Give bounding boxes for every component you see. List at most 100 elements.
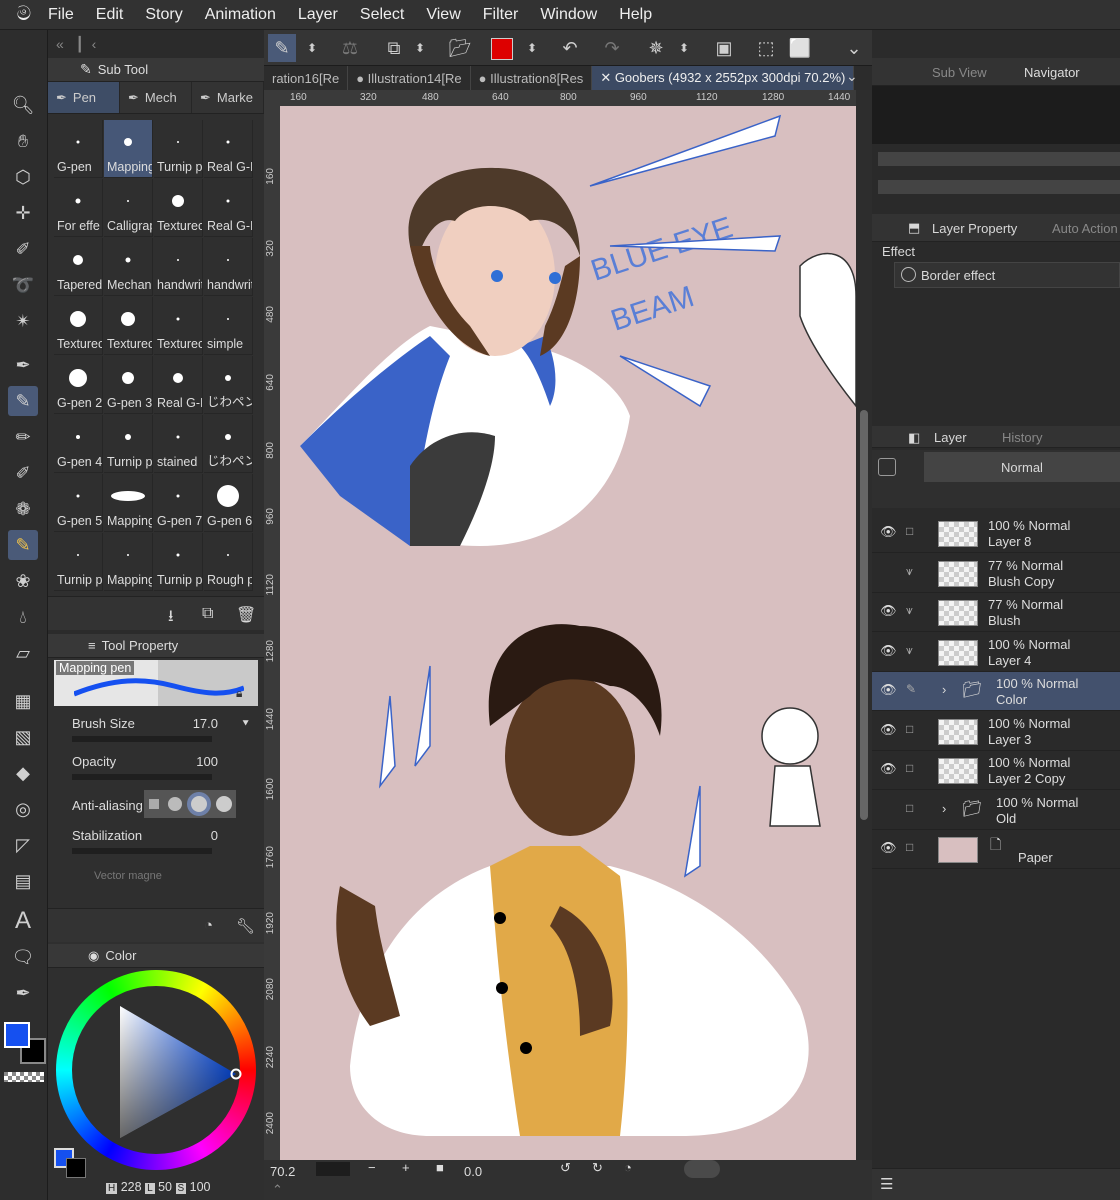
clip-icon[interactable]: ⩛ — [906, 603, 913, 618]
sub-color-chip[interactable] — [66, 1158, 86, 1178]
layer-row[interactable]: 👁︎ ⩛ 77 % Normal Blush — [872, 593, 1120, 632]
brush-icon[interactable]: ✐ — [8, 458, 38, 488]
eye-icon[interactable]: 👁︎ — [880, 643, 898, 659]
object-icon[interactable]: ⬡ — [8, 162, 38, 192]
eye-icon[interactable]: 👁︎ — [880, 682, 898, 698]
zoom-in-icon[interactable]: + — [402, 1160, 410, 1175]
brush-item[interactable]: Texturec — [154, 297, 203, 355]
updown-icon-4[interactable]: ⬍ — [670, 34, 698, 62]
brush-item[interactable]: G-pen 3 — [104, 356, 153, 414]
edit-icon[interactable]: ✎ — [906, 682, 916, 696]
brush-item[interactable]: Mechani — [104, 238, 153, 296]
navigator-rotate-slider[interactable] — [878, 180, 1120, 194]
crop-icon[interactable]: ⬚ — [752, 34, 780, 62]
clip-icon[interactable]: ⩛ — [906, 564, 913, 579]
brush-item[interactable]: Mapping — [104, 533, 153, 591]
brush-item[interactable]: handwrit — [204, 238, 253, 296]
text-icon[interactable]: A — [8, 906, 38, 936]
brush-item[interactable]: simple — [204, 297, 253, 355]
menu-file[interactable]: File — [48, 6, 74, 24]
brush-item[interactable]: stained — [154, 415, 203, 473]
main-color-swatch[interactable] — [4, 1022, 30, 1048]
tab-layer[interactable]: Layer — [934, 430, 967, 445]
zoom-icon[interactable]: 🔍︎ — [8, 90, 38, 120]
brush-item[interactable]: Turnip p — [104, 415, 153, 473]
tab-auto-action[interactable]: Auto Action — [1052, 221, 1118, 236]
blend-icon[interactable]: ❀ — [8, 566, 38, 596]
tabs-chevron-icon[interactable]: ⌄ — [846, 68, 858, 85]
undo-icon[interactable]: ↶ — [556, 34, 584, 62]
tab-document-3[interactable]: ● Illustration8[Res — [471, 66, 593, 90]
airbrush-icon[interactable]: ❁ — [8, 494, 38, 524]
anti-aliasing-selector[interactable] — [144, 790, 236, 818]
redo-icon[interactable]: ↷ — [598, 34, 626, 62]
brush-item[interactable]: handwrit — [154, 238, 203, 296]
brush-item[interactable]: Turnip p — [54, 533, 103, 591]
brush-item[interactable]: Mapping — [104, 120, 153, 178]
tool-reset-icon[interactable]: ◔ — [204, 917, 213, 934]
lock-box-icon[interactable]: □ — [906, 722, 913, 736]
menu-help[interactable]: Help — [619, 6, 652, 24]
new-layer-icon[interactable]: ⧉ — [380, 34, 408, 62]
transparent-color-swatch[interactable] — [4, 1072, 44, 1082]
brush-item[interactable]: G-pen 7 — [154, 474, 203, 532]
fit-icon[interactable]: ■ — [436, 1160, 444, 1175]
saturation-triangle[interactable] — [56, 970, 256, 1170]
chevron-down-icon[interactable]: ⌄ — [840, 34, 868, 62]
ruler-icon[interactable]: ◸ — [8, 830, 38, 860]
fill-bucket-icon[interactable]: ◆ — [8, 758, 38, 788]
updown-icon[interactable]: ⬍ — [298, 34, 326, 62]
lock-box-icon[interactable]: □ — [906, 840, 913, 854]
stabilization-value[interactable]: 0 — [211, 828, 218, 843]
brush-item[interactable]: For effe — [54, 179, 103, 237]
brush-item[interactable]: G-pen — [54, 120, 103, 178]
folder-expand-icon[interactable]: › — [942, 801, 946, 816]
lock-icon[interactable]: 🔒︎ — [236, 686, 242, 701]
navigator-preview[interactable] — [872, 86, 1120, 144]
border-effect-button[interactable]: Border effect — [894, 262, 1120, 288]
hand-icon[interactable]: ✋︎ — [8, 126, 38, 156]
layer-row[interactable]: ⩛ 77 % Normal Blush Copy — [872, 554, 1120, 593]
figure-icon[interactable]: ◎ — [8, 794, 38, 824]
lock-box-icon[interactable]: □ — [906, 524, 913, 538]
tab-document-2[interactable]: ● Illustration14[Re — [348, 66, 471, 90]
menu-view[interactable]: View — [426, 6, 460, 24]
brush-item[interactable]: Tapered — [54, 238, 103, 296]
brush-item[interactable]: Turnip p — [154, 533, 203, 591]
layer-row[interactable]: 👁︎ □ 🗋︎ Paper — [872, 830, 1120, 869]
navigator-zoom-slider[interactable] — [878, 152, 1120, 166]
brush-size-slider[interactable] — [72, 736, 212, 742]
brush-size-value[interactable]: 17.0 — [193, 716, 218, 731]
move-icon[interactable]: ✛ — [8, 198, 38, 228]
menu-story[interactable]: Story — [145, 6, 182, 24]
vertical-scrollbar[interactable] — [856, 90, 872, 1160]
menu-filter[interactable]: Filter — [483, 6, 519, 24]
expand-icon[interactable]: ⌃ — [272, 1182, 283, 1198]
brush-item[interactable]: Texturec — [54, 297, 103, 355]
tab-document-1[interactable]: ration16[Re — [264, 66, 349, 90]
layer-row[interactable]: 👁︎ □ 100 % Normal Layer 3 — [872, 712, 1120, 751]
open-folder-icon[interactable]: 📂︎ — [446, 34, 474, 62]
frame-border-icon[interactable]: ▤ — [8, 866, 38, 896]
brush-item[interactable]: G-pen 5 — [54, 474, 103, 532]
menu-edit[interactable]: Edit — [96, 6, 124, 24]
brush-item[interactable]: Real G-P — [204, 179, 253, 237]
opacity-slider[interactable] — [72, 774, 212, 780]
brush-item[interactable]: Texturec — [104, 297, 153, 355]
canvas-area[interactable]: BLUE EYE BEAM — [280, 106, 856, 1160]
import-icon[interactable]: ⭳ — [168, 605, 174, 632]
zoom-slider[interactable] — [316, 1162, 350, 1176]
pressure-icon[interactable]: ⯆ — [241, 718, 250, 731]
lock-box-icon[interactable]: □ — [906, 761, 913, 775]
updown-icon-3[interactable]: ⬍ — [518, 34, 546, 62]
blend-mode-dropdown[interactable]: Normal — [924, 452, 1120, 482]
zoom-out-icon[interactable]: − — [368, 1160, 376, 1175]
menu-layer[interactable]: Layer — [298, 6, 338, 24]
stabilization-slider[interactable] — [72, 848, 212, 854]
rotate-left-icon[interactable]: ↺ — [560, 1160, 571, 1176]
tab-navigator[interactable]: Navigator — [1024, 65, 1080, 80]
gradient-icon[interactable]: ▧ — [8, 722, 38, 752]
tab-history[interactable]: History — [1002, 430, 1042, 445]
snapshot-icon[interactable]: ▣ — [710, 34, 738, 62]
brush-item[interactable]: Texturec — [154, 179, 203, 237]
